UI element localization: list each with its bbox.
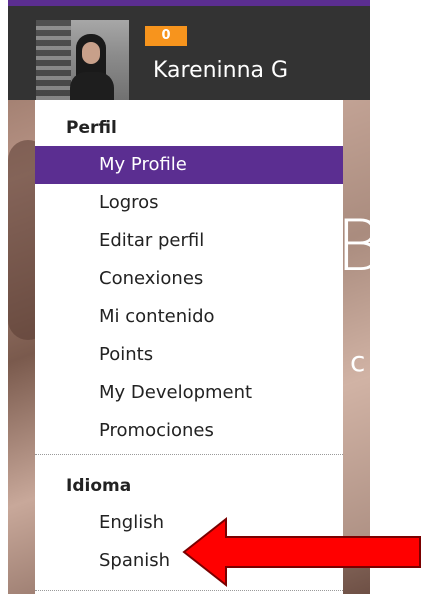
menu-divider: [35, 590, 343, 591]
avatar-face: [82, 42, 100, 64]
red-arrow-annotation: [182, 516, 421, 588]
profile-header[interactable]: 0 Kareninna G: [8, 6, 370, 106]
menu-item-conexiones[interactable]: Conexiones: [35, 260, 343, 298]
menu-item-editar-perfil[interactable]: Editar perfil: [35, 222, 343, 260]
section-title-perfil: Perfil: [66, 118, 117, 138]
avatar[interactable]: [36, 20, 129, 106]
username-label[interactable]: Kareninna G: [153, 58, 288, 83]
background-partial-text: c: [350, 345, 366, 378]
notification-badge[interactable]: 0: [145, 26, 187, 46]
menu-item-mi-contenido[interactable]: Mi contenido: [35, 298, 343, 336]
menu-item-my-profile[interactable]: My Profile: [35, 146, 343, 184]
arrow-shape: [182, 516, 421, 588]
menu-item-promociones[interactable]: Promociones: [35, 412, 343, 450]
menu-item-my-development[interactable]: My Development: [35, 374, 343, 412]
menu-item-points[interactable]: Points: [35, 336, 343, 374]
menu-divider: [35, 454, 343, 455]
section-title-idioma: Idioma: [66, 476, 132, 496]
avatar-background: [36, 20, 71, 106]
menu-item-logros[interactable]: Logros: [35, 184, 343, 222]
